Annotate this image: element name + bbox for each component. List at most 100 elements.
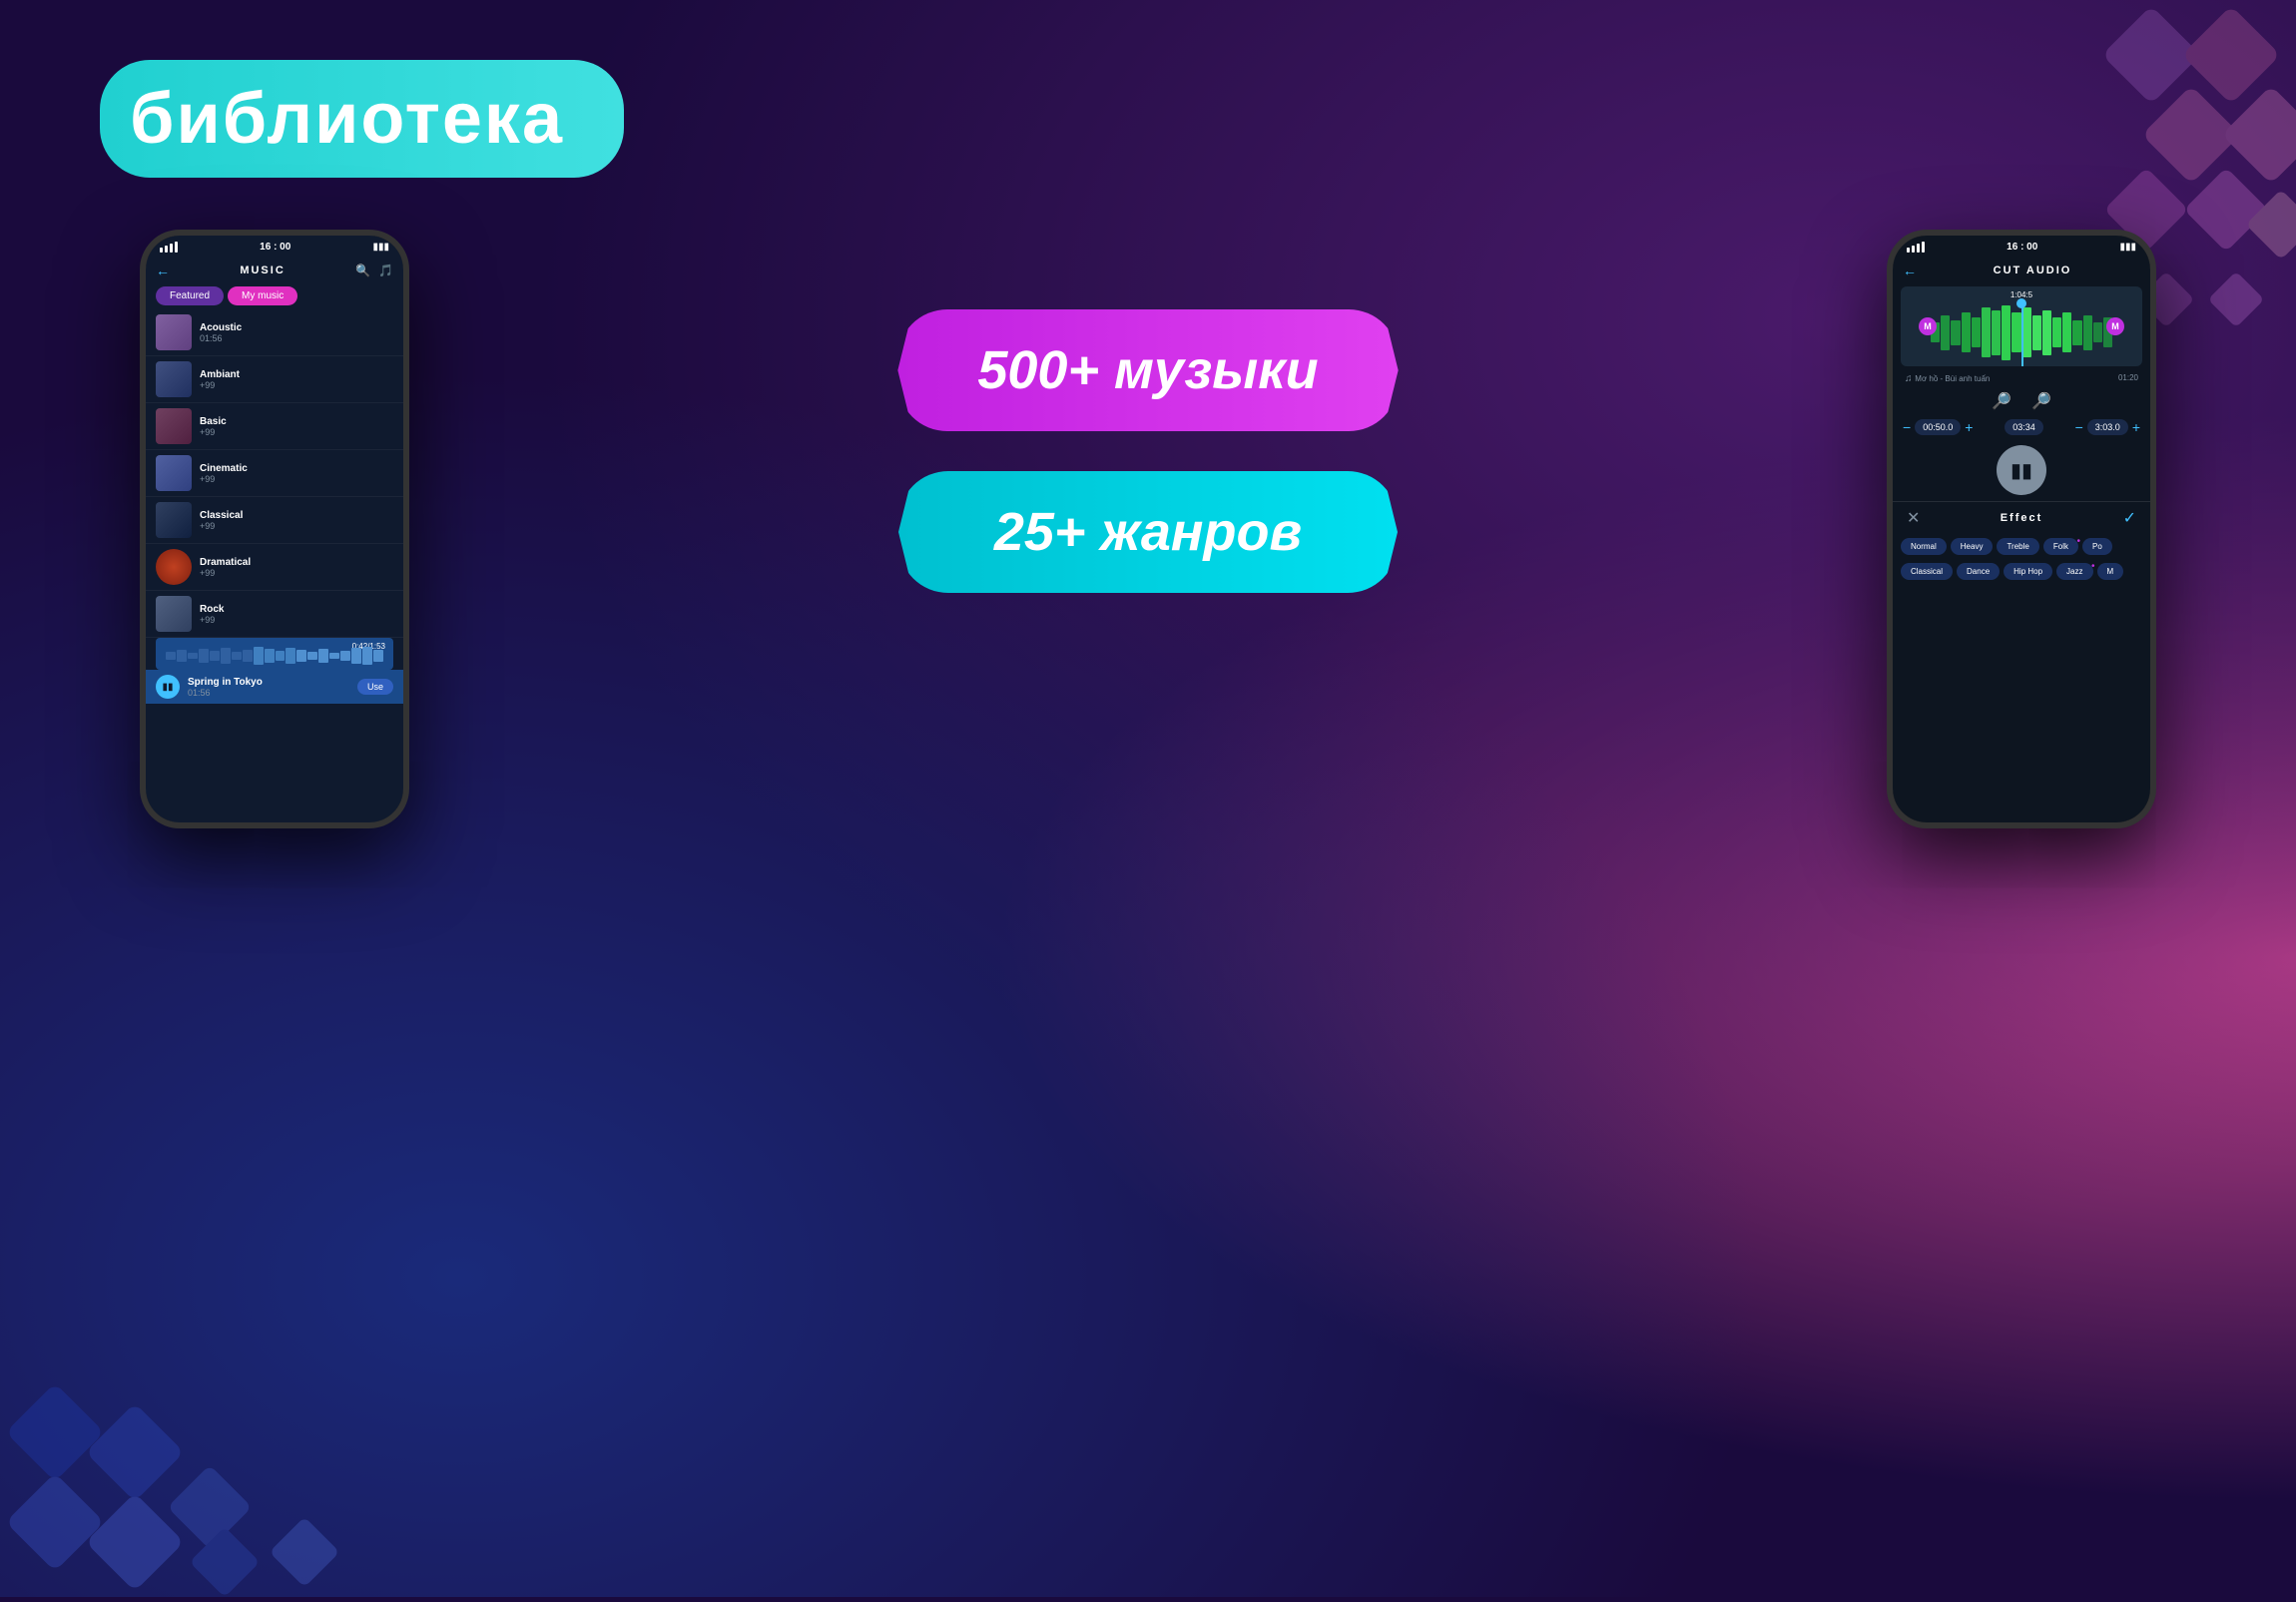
phone1-screen: 16 : 00 ▮▮▮ ← MUSIC 🔍 🎵 Featured My musi… [146, 236, 403, 822]
music-info-cinematic: Cinematic +99 [200, 463, 393, 484]
playing-info: Spring in Tokyo 01:56 [188, 677, 263, 698]
effect-hiphop[interactable]: Hip Hop [2004, 563, 2052, 580]
effect-treble[interactable]: Treble [1997, 538, 2038, 555]
music-stat-number: 500+ музыки [977, 340, 1318, 400]
page-title: библиотека [130, 79, 564, 159]
title-section: библиотека [100, 60, 624, 178]
waveform-dot [2016, 298, 2026, 308]
effect-jazz[interactable]: Jazz [2056, 563, 2092, 580]
list-item[interactable]: Classical +99 [146, 497, 403, 544]
tab-featured[interactable]: Featured [156, 286, 224, 305]
center-stats: 500+ музыки 25+ жанров [409, 309, 1887, 593]
list-item[interactable]: Ambiant +99 [146, 356, 403, 403]
tabs-row: Featured My music [146, 282, 403, 309]
stat-badge-genre: 25+ жанров [898, 471, 1398, 593]
effect-dance[interactable]: Dance [1957, 563, 2000, 580]
music-info-ambiant: Ambiant +99 [200, 369, 393, 390]
effect-po[interactable]: Po [2082, 538, 2112, 555]
start-time-display: 00:50.0 [1915, 419, 1961, 435]
list-item[interactable]: Cinematic +99 [146, 450, 403, 497]
effect-m[interactable]: M [2097, 563, 2124, 580]
battery-icon2: ▮▮▮ [2119, 242, 2136, 253]
main-play-pause-button[interactable]: ▮▮ [1997, 445, 2046, 495]
genre-stat-number: 25+ жанров [994, 502, 1302, 562]
zoom-out-icon[interactable]: 🔎 [1992, 391, 2011, 411]
use-button[interactable]: Use [357, 679, 393, 695]
track-total-duration: 01:20 [2118, 373, 2138, 384]
marker-m-right[interactable]: M [2106, 317, 2124, 335]
phone1-screen-title: MUSIC [178, 265, 347, 276]
waveform-visual [166, 646, 383, 666]
music-note-icon: ♫ Mơ hồ - Bùi anh tuấn [1905, 373, 1990, 384]
back-arrow-icon2[interactable]: ← [1903, 263, 1917, 278]
list-item[interactable]: Dramatical +99 [146, 544, 403, 591]
phone1-header-icons: 🔍 🎵 [355, 264, 393, 277]
phone2-status-bar: 16 : 00 ▮▮▮ [1893, 236, 2150, 259]
phone1-header: ← MUSIC 🔍 🎵 [146, 259, 403, 282]
track-info-row: ♫ Mơ hồ - Bùi anh tuấn 01:20 [1893, 370, 2150, 387]
time-controls: − 00:50.0 + 03:34 − 3:03.0 + [1893, 415, 2150, 439]
phone1-time: 16 : 00 [260, 242, 290, 253]
music-info-acoustic: Acoustic 01:56 [200, 322, 393, 343]
phone-music-library: 16 : 00 ▮▮▮ ← MUSIC 🔍 🎵 Featured My musi… [140, 230, 409, 828]
music-info-classical: Classical +99 [200, 510, 393, 531]
end-time-display: 3:03.0 [2087, 419, 2128, 435]
title-badge: библиотека [100, 60, 624, 178]
phone2-screen: 16 : 00 ▮▮▮ ← CUT AUDIO 1:04:5 [1893, 236, 2150, 822]
library-icon[interactable]: 🎵 [378, 264, 393, 277]
waveform-playhead [2021, 300, 2023, 366]
phone1-status-bar: 16 : 00 ▮▮▮ [146, 236, 403, 259]
music-thumb-acoustic [156, 314, 192, 350]
music-list: Acoustic 01:56 Ambiant +99 Basic [146, 309, 403, 638]
phone2-screen-title: CUT AUDIO [1925, 265, 2140, 276]
playing-row: ▮▮ Spring in Tokyo 01:56 Use [146, 670, 403, 704]
pause-icon: ▮▮ [2010, 458, 2032, 483]
music-thumb-cinematic [156, 455, 192, 491]
phone2-header: ← CUT AUDIO [1893, 259, 2150, 282]
effect-classical[interactable]: Classical [1901, 563, 1953, 580]
zoom-in-icon[interactable]: 🔎 [2031, 391, 2051, 411]
marker-m-left[interactable]: M [1919, 317, 1937, 335]
waveform-row: 0:42/1:53 [156, 638, 393, 670]
music-thumb-classical [156, 502, 192, 538]
music-thumb-ambiant [156, 361, 192, 397]
zoom-controls: 🔎 🔎 [1893, 387, 2150, 415]
signal-icon2 [1907, 242, 1925, 253]
effect-folk[interactable]: Folk [2043, 538, 2078, 555]
effect-chips-row1: Normal Heavy Treble Folk Po [1893, 534, 2150, 559]
end-minus-button[interactable]: − [2075, 419, 2083, 435]
middle-time-display: 03:34 [2005, 419, 2043, 435]
confirm-effect-button[interactable]: ✓ [2123, 508, 2136, 528]
start-minus-button[interactable]: − [1903, 419, 1911, 435]
diamonds-bl [0, 1198, 399, 1597]
music-info-dramatical: Dramatical +99 [200, 557, 393, 578]
music-info-basic: Basic +99 [200, 416, 393, 437]
music-thumb-rock [156, 596, 192, 632]
music-thumb-basic [156, 408, 192, 444]
close-effect-button[interactable]: ✕ [1907, 508, 1920, 528]
music-thumb-dramatical [156, 549, 192, 585]
effect-normal[interactable]: Normal [1901, 538, 1947, 555]
music-info-rock: Rock +99 [200, 604, 393, 625]
audio-waveform[interactable]: 1:04:5 [1901, 286, 2142, 366]
list-item[interactable]: Basic +99 [146, 403, 403, 450]
play-pause-button[interactable]: ▮▮ [156, 675, 180, 699]
phone2-time: 16 : 00 [2007, 242, 2037, 253]
effect-header: ✕ Effect ✓ [1893, 501, 2150, 534]
effect-chips-row2: Classical Dance Hip Hop Jazz M [1893, 559, 2150, 584]
end-plus-button[interactable]: + [2132, 419, 2140, 435]
effect-title: Effect [2001, 512, 2043, 524]
back-arrow-icon[interactable]: ← [156, 263, 170, 278]
stat-badge-music: 500+ музыки [897, 309, 1398, 431]
end-time-group: − 3:03.0 + [2075, 419, 2140, 435]
phone-cut-audio: 16 : 00 ▮▮▮ ← CUT AUDIO 1:04:5 [1887, 230, 2156, 828]
start-plus-button[interactable]: + [1965, 419, 1973, 435]
start-time-group: − 00:50.0 + [1903, 419, 1973, 435]
phones-area: 16 : 00 ▮▮▮ ← MUSIC 🔍 🎵 Featured My musi… [80, 230, 2216, 828]
list-item[interactable]: Rock +99 [146, 591, 403, 638]
battery-icon: ▮▮▮ [372, 242, 389, 253]
effect-heavy[interactable]: Heavy [1951, 538, 1994, 555]
list-item[interactable]: Acoustic 01:56 [146, 309, 403, 356]
tab-mymusic[interactable]: My music [228, 286, 297, 305]
search-icon[interactable]: 🔍 [355, 264, 370, 277]
